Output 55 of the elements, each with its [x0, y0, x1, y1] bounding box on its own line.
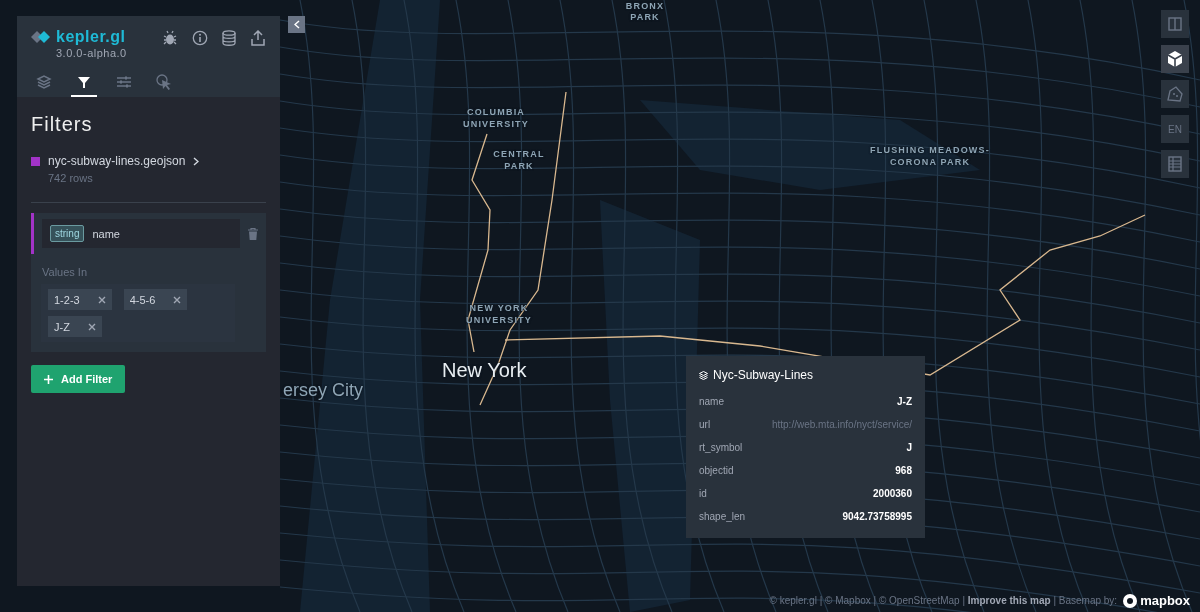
mapbox-logo-icon — [1123, 593, 1138, 608]
tooltip-value: 968 — [895, 465, 912, 476]
field-type-tag: string — [50, 225, 85, 242]
dataset-name[interactable]: nyc-subway-lines.geojson — [48, 154, 186, 168]
tooltip-value: 2000360 — [873, 488, 912, 499]
app-version: 3.0.0-alpha.0 — [56, 47, 127, 59]
dataset-row-count: 742 rows — [48, 172, 94, 184]
tooltip-field: name — [699, 396, 724, 407]
tooltip-field: url — [699, 419, 711, 430]
values-select-field[interactable]: 1-2-3 4-5-6 J-Z — [41, 284, 235, 342]
collapse-panel-button[interactable] — [288, 16, 305, 33]
polygon-draw-icon — [1165, 85, 1185, 103]
map-place-label: COLUMBIA UNIVERSITY — [462, 106, 530, 130]
chip-label: J-Z — [54, 320, 70, 333]
bug-icon[interactable] — [162, 30, 178, 46]
panel-title: Filters — [31, 113, 94, 136]
chip-label: 1-2-3 — [54, 293, 80, 306]
map-place-label: BRONX — [624, 0, 666, 12]
tooltip-value: http://web.mta.info/nyct/service/ — [771, 419, 912, 430]
filter-field-selector[interactable]: string name — [42, 219, 240, 248]
layers-icon — [35, 73, 53, 91]
close-icon[interactable] — [173, 295, 182, 304]
chevron-left-icon — [293, 20, 300, 29]
tooltip-field: rt_symbol — [699, 442, 743, 453]
close-icon[interactable] — [87, 322, 96, 331]
map-place-label: PARK — [629, 11, 661, 23]
map-attribution: © kepler.gl | © Mapbox | © OpenStreetMap | Improve this map | Basemap by: — [769, 595, 1118, 606]
map-place-label: FLUSHING MEADOWS-CORONA PARK — [870, 144, 990, 168]
interactions-icon — [155, 73, 173, 91]
diamond-logo-icon — [31, 31, 50, 43]
tooltip-title: Nyc-Subway-Lines — [713, 368, 814, 382]
layers-icon — [699, 370, 708, 380]
mapbox-logo-text: mapbox — [1140, 593, 1190, 608]
split-view-icon — [1168, 17, 1182, 31]
tooltip-field: shape_len — [699, 511, 746, 522]
tooltip-value: 9042.73758995 — [842, 511, 912, 522]
tooltip-field: id — [699, 488, 707, 499]
app-logo-text: kepler.gl — [56, 28, 126, 46]
info-icon[interactable] — [192, 30, 208, 46]
chevron-right-icon — [193, 156, 200, 166]
tooltip-value: J-Z — [897, 396, 912, 407]
chip-label: 4-5-6 — [129, 293, 156, 306]
tooltip-field: objectid — [699, 465, 734, 476]
cube-icon — [1166, 50, 1184, 68]
close-icon[interactable] — [97, 295, 106, 304]
plus-icon — [44, 374, 53, 384]
map-place-label: CENTRAL PARK — [492, 148, 546, 172]
values-label: Values In — [41, 265, 89, 280]
map-control-button[interactable] — [1161, 45, 1189, 73]
share-upload-icon[interactable] — [250, 30, 266, 46]
tooltip-value: J — [906, 442, 912, 453]
database-icon[interactable] — [222, 30, 236, 46]
trash-icon[interactable] — [248, 227, 258, 240]
table-list-icon — [1168, 156, 1182, 172]
field-name: name — [92, 227, 120, 240]
